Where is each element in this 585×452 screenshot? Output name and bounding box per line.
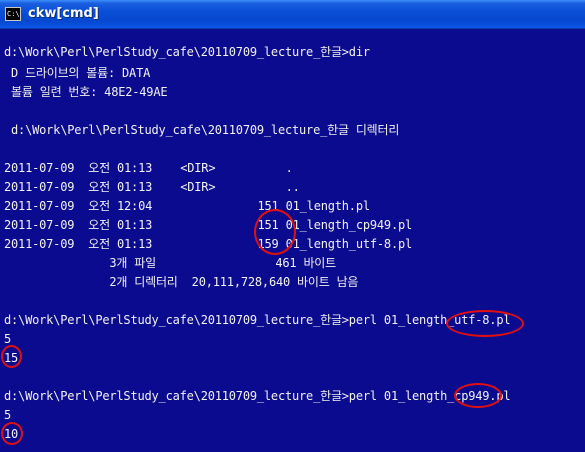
annotation-circle-15 xyxy=(1,345,22,368)
terminal-line: d:\Work\Perl\PerlStudy_cafe\20110709_lec… xyxy=(4,313,511,327)
terminal-line: 3개 파일 461 바이트 xyxy=(4,256,336,270)
terminal-line: 2011-07-09 오전 12:04 151 01_length.pl xyxy=(4,199,370,213)
terminal-line: d:\Work\Perl\PerlStudy_cafe\20110709_lec… xyxy=(4,45,370,59)
terminal-line: D 드라이브의 볼륨: DATA xyxy=(4,66,151,80)
annotation-circle-cp949 xyxy=(454,383,502,408)
terminal-line: 2011-07-09 오전 01:13 <DIR> .. xyxy=(4,180,300,194)
console-icon[interactable]: C:\ xyxy=(5,7,21,21)
terminal-line: 2개 디렉터리 20,111,728,640 바이트 남음 xyxy=(4,275,359,289)
annotation-circle-utf8 xyxy=(446,310,524,337)
terminal-line: d:\Work\Perl\PerlStudy_cafe\20110709_lec… xyxy=(4,389,511,403)
title-bar[interactable]: C:\ ckw[cmd] xyxy=(0,0,585,29)
terminal-line: 2011-07-09 오전 01:13 159 01_length_utf-8.… xyxy=(4,237,413,251)
terminal-line: 5 xyxy=(4,408,12,422)
terminal-line: 2011-07-09 오전 01:13 151 01_length_cp949.… xyxy=(4,218,413,232)
annotation-circle-sizes xyxy=(254,209,296,255)
window-title: ckw[cmd] xyxy=(28,6,99,21)
terminal-line: 볼륨 일련 번호: 48E2-49AE xyxy=(4,85,168,99)
annotation-circle-10 xyxy=(1,422,23,445)
terminal-screen[interactable]: d:\Work\Perl\PerlStudy_cafe\20110709_lec… xyxy=(0,29,585,452)
terminal-line: 5 xyxy=(4,332,12,346)
terminal-line: 2011-07-09 오전 01:13 <DIR> . xyxy=(4,161,293,175)
terminal-line: d:\Work\Perl\PerlStudy_cafe\20110709_lec… xyxy=(4,123,400,137)
console-window: C:\ ckw[cmd] d:\Work\Perl\PerlStudy_cafe… xyxy=(0,0,585,452)
